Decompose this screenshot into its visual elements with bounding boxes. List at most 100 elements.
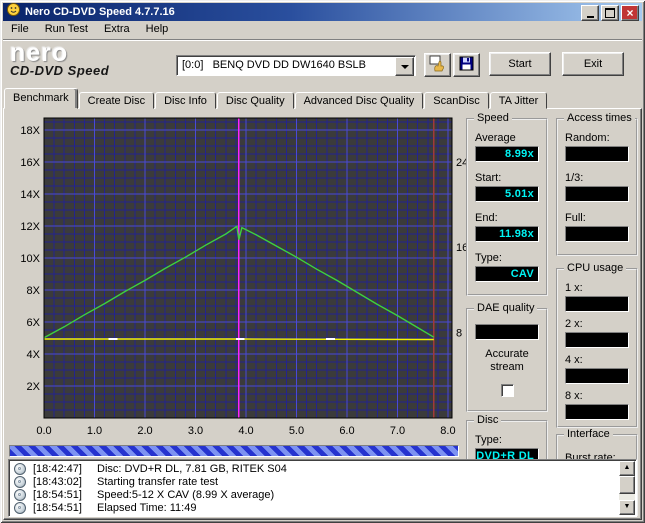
titlebar: Nero CD-DVD Speed 4.7.7.16 × bbox=[3, 2, 642, 22]
minimize-button[interactable] bbox=[581, 5, 599, 21]
close-button[interactable]: × bbox=[621, 5, 639, 21]
cpu-1x-label: 1 x: bbox=[565, 282, 583, 294]
svg-text:4.0: 4.0 bbox=[238, 425, 253, 437]
log-time: [18:42:47] bbox=[33, 462, 82, 475]
end-label: End: bbox=[475, 212, 498, 224]
save-button[interactable] bbox=[453, 53, 480, 77]
random-value bbox=[565, 146, 629, 162]
cpu-4x-label: 4 x: bbox=[565, 354, 583, 366]
log-text: Speed:5-12 X CAV (8.99 X average) bbox=[97, 488, 275, 501]
svg-text:10X: 10X bbox=[20, 253, 40, 265]
nero-logo: nero CD-DVD Speed bbox=[10, 39, 170, 79]
average-label: Average bbox=[475, 132, 516, 144]
maximize-icon bbox=[605, 8, 615, 18]
window-title: Nero CD-DVD Speed 4.7.7.16 bbox=[25, 6, 175, 18]
dae-quality-group: DAE quality Accurate stream bbox=[466, 302, 548, 412]
menu-extra[interactable]: Extra bbox=[96, 21, 138, 39]
disc-icon bbox=[14, 488, 26, 501]
start-label: Start: bbox=[475, 172, 502, 184]
svg-text:8.0: 8.0 bbox=[440, 425, 455, 437]
log-panel: [18:42:47] Disc: DVD+R DL, 7.81 GB, RITE… bbox=[8, 459, 637, 517]
end-value: 11.98x bbox=[475, 226, 539, 242]
benchmark-chart: 2X 4X 6X 8X 10X 12X 14X 16X 18X 0.0 1.0 2.0 3.0 4.0 5.… bbox=[6, 112, 474, 448]
start-value: 5.01x bbox=[475, 186, 539, 202]
accurate-stream-checkbox[interactable] bbox=[501, 384, 514, 397]
svg-text:0.0: 0.0 bbox=[36, 425, 51, 437]
average-value: 8.99x bbox=[475, 146, 539, 162]
svg-text:2.0: 2.0 bbox=[137, 425, 152, 437]
tab-create-disc[interactable]: Create Disc bbox=[78, 92, 155, 109]
cpu-8x-value bbox=[565, 404, 629, 420]
log-row[interactable]: [18:54:51] Speed:5-12 X CAV (8.99 X aver… bbox=[11, 488, 618, 501]
cd-dvd-speed-logo-text: CD-DVD Speed bbox=[10, 63, 110, 78]
svg-text:8: 8 bbox=[456, 328, 462, 340]
scrollbar-up-icon[interactable]: ▲ bbox=[619, 461, 635, 476]
disc-group-legend: Disc bbox=[474, 414, 502, 427]
svg-text:6X: 6X bbox=[27, 317, 41, 329]
floppy-icon bbox=[459, 56, 475, 75]
svg-text:8X: 8X bbox=[27, 285, 41, 297]
tab-disc-info[interactable]: Disc Info bbox=[155, 92, 216, 109]
scrollbar-thumb[interactable] bbox=[619, 476, 635, 494]
random-label: Random: bbox=[565, 132, 610, 144]
nero-app-icon bbox=[7, 2, 20, 22]
menu-run-test[interactable]: Run Test bbox=[37, 21, 96, 39]
svg-text:18X: 18X bbox=[20, 125, 40, 137]
app-window: Nero CD-DVD Speed 4.7.7.16 × File Run Te… bbox=[0, 0, 645, 523]
scrollbar-down-icon[interactable]: ▼ bbox=[619, 500, 635, 515]
svg-text:5.0: 5.0 bbox=[289, 425, 304, 437]
tab-advanced-disc-quality[interactable]: Advanced Disc Quality bbox=[294, 92, 424, 109]
log-time: [18:54:51] bbox=[33, 501, 82, 514]
nero-logo-text: nero bbox=[10, 39, 69, 67]
interface-legend: Interface bbox=[564, 428, 613, 441]
svg-text:4X: 4X bbox=[27, 349, 41, 361]
log-text: Elapsed Time: 11:49 bbox=[97, 501, 197, 514]
cpu-2x-value bbox=[565, 332, 629, 348]
disc-icon bbox=[14, 501, 26, 514]
svg-text:2X: 2X bbox=[27, 381, 41, 393]
combo-dropdown-button[interactable] bbox=[395, 57, 414, 76]
minimize-icon bbox=[586, 15, 594, 18]
drive-combobox[interactable]: [0:0] BENQ DVD DD DW1640 BSLB bbox=[176, 55, 416, 76]
cpu-usage-legend: CPU usage bbox=[564, 262, 627, 275]
log-row[interactable]: [18:54:51] Elapsed Time: 11:49 bbox=[11, 501, 618, 514]
speed-group-legend: Speed bbox=[474, 112, 512, 125]
log-scrollbar[interactable]: ▲ ▼ bbox=[619, 461, 635, 515]
copy-button[interactable] bbox=[424, 53, 451, 77]
speed-group: Speed Average 8.99x Start: 5.01x End: 11… bbox=[466, 112, 548, 296]
start-button[interactable]: Start bbox=[489, 52, 551, 76]
full-label: Full: bbox=[565, 212, 586, 224]
dae-quality-value bbox=[475, 324, 539, 340]
svg-text:14X: 14X bbox=[20, 189, 40, 201]
dae-quality-legend: DAE quality bbox=[474, 302, 538, 315]
svg-text:12X: 12X bbox=[20, 221, 40, 233]
accurate-stream-label: Accurate stream bbox=[485, 348, 529, 373]
cpu-8x-label: 8 x: bbox=[565, 390, 583, 402]
full-value bbox=[565, 226, 629, 242]
drive-combobox-value: [0:0] BENQ DVD DD DW1640 BSLB bbox=[182, 59, 367, 71]
cpu-1x-value bbox=[565, 296, 629, 312]
speed-type-label: Type: bbox=[475, 252, 502, 264]
cpu-usage-group: CPU usage 1 x: 2 x: 4 x: 8 x: bbox=[556, 262, 638, 428]
menu-help[interactable]: Help bbox=[138, 21, 177, 39]
close-icon: × bbox=[626, 6, 634, 20]
speed-type-value: CAV bbox=[475, 266, 539, 282]
log-row[interactable]: [18:43:02] Starting transfer rate test bbox=[11, 475, 618, 488]
tab-bar: Benchmark Create Disc Disc Info Disc Qua… bbox=[4, 88, 548, 109]
maximize-button[interactable] bbox=[601, 5, 619, 21]
menubar: File Run Test Extra Help bbox=[3, 21, 642, 39]
log-row[interactable]: [18:42:47] Disc: DVD+R DL, 7.81 GB, RITE… bbox=[11, 462, 618, 475]
tab-benchmark[interactable]: Benchmark bbox=[4, 88, 78, 109]
disc-icon bbox=[14, 475, 26, 488]
log-text: Starting transfer rate test bbox=[97, 475, 219, 488]
svg-text:6.0: 6.0 bbox=[339, 425, 354, 437]
one-third-value bbox=[565, 186, 629, 202]
tab-disc-quality[interactable]: Disc Quality bbox=[216, 92, 294, 109]
menu-file[interactable]: File bbox=[3, 21, 37, 39]
tab-ta-jitter[interactable]: TA Jitter bbox=[489, 92, 548, 109]
cpu-4x-value bbox=[565, 368, 629, 384]
tab-scandisc[interactable]: ScanDisc bbox=[424, 92, 489, 109]
exit-button[interactable]: Exit bbox=[562, 52, 624, 76]
chevron-down-icon bbox=[400, 64, 409, 73]
disc-icon bbox=[14, 462, 26, 475]
